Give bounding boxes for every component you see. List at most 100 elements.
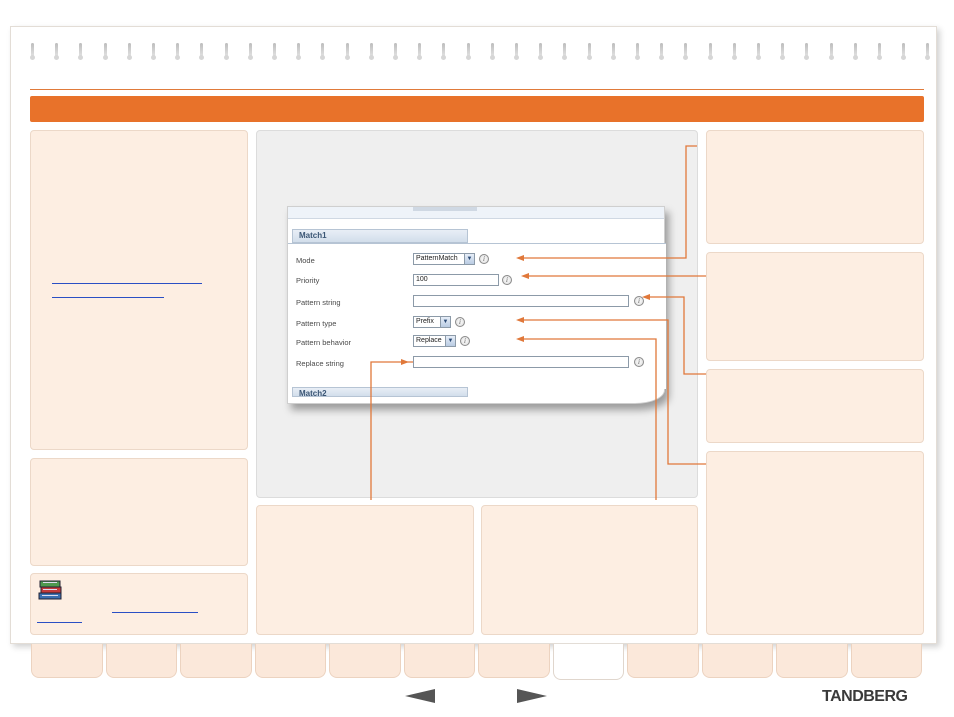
spiral-binding [30,43,931,63]
pattern-behavior-info-icon[interactable]: i [460,336,470,346]
priority-input[interactable]: 100 [413,274,499,286]
next-page-arrow-icon[interactable] [517,689,547,703]
binding-ring [562,43,568,60]
match1-section-header[interactable]: Match1 [292,229,468,243]
chapter-tab[interactable] [254,644,326,678]
configuration-screenshot: Match1 Mode PatternMatch ▼ i Priority 10… [287,206,666,404]
tandberg-logo: TANDBERG [822,688,908,705]
mode-select[interactable]: PatternMatch ▼ [413,253,475,265]
binding-ring [731,43,737,60]
match2-section-header[interactable]: Match2 [292,387,468,397]
doc-link[interactable] [52,280,202,298]
chapter-tab[interactable] [627,644,699,678]
binding-ring [344,43,350,60]
title-bar [30,96,924,122]
replace-string-description-panel [256,505,474,635]
header-rule [30,89,924,90]
binding-ring [780,43,786,60]
binding-ring [707,43,713,60]
pattern-behavior-description-panel [481,505,698,635]
reference-link-line-2[interactable] [37,622,82,623]
pattern-type-dropdown-icon[interactable]: ▼ [440,317,450,327]
pattern-type-value: Prefix [416,318,434,325]
binding-ring [151,43,156,60]
binding-ring [635,43,640,60]
chapter-tab[interactable] [31,644,103,678]
books-icon [38,580,62,600]
binding-ring [320,43,326,60]
chapter-tabs [30,644,924,680]
pattern-string-label: Pattern string [296,298,341,307]
chapter-tab[interactable] [850,644,922,678]
binding-ring [514,43,519,60]
priority-label: Priority [296,276,320,285]
chapter-tab[interactable] [478,644,550,678]
pattern-string-info-icon[interactable]: i [634,296,644,306]
binding-ring [586,43,592,60]
mode-label: Mode [296,256,315,265]
binding-ring [877,43,882,60]
binding-ring [659,43,665,60]
binding-ring [247,43,253,60]
binding-ring [489,43,495,60]
binding-ring [417,43,423,60]
screenshot-top-strip [288,207,664,219]
mode-dropdown-icon[interactable]: ▼ [464,254,474,264]
binding-ring [30,43,35,60]
binding-ring [272,43,277,60]
pattern-type-select[interactable]: Prefix ▼ [413,316,451,328]
pattern-type-description-panel [706,451,924,635]
mode-description-panel [706,130,924,244]
binding-ring [441,43,447,60]
pattern-string-description-panel [706,369,924,443]
pattern-string-input[interactable] [413,295,629,307]
binding-ring [199,43,205,60]
binding-ring [756,43,761,60]
binding-ring [610,43,616,60]
doc-link-line-2[interactable] [52,297,164,298]
pattern-behavior-dropdown-icon[interactable]: ▼ [445,336,455,346]
mode-info-icon[interactable]: i [479,254,489,264]
priority-description-panel [706,252,924,361]
chapter-tab[interactable] [776,644,848,678]
chapter-tab[interactable] [552,644,624,680]
binding-ring [296,43,302,60]
replace-string-label: Replace string [296,359,344,368]
binding-ring [901,43,907,60]
binding-ring [804,43,810,60]
chapter-tab[interactable] [105,644,177,678]
binding-ring [852,43,858,60]
binding-ring [828,43,834,60]
mode-value: PatternMatch [416,255,458,262]
pattern-type-label: Pattern type [296,319,337,328]
replace-string-info-icon[interactable]: i [634,357,644,367]
screenshot-top-tab [413,207,477,211]
binding-ring [102,43,108,60]
binding-ring [683,43,689,60]
binding-ring [175,43,181,60]
binding-ring [925,43,931,60]
left-note-panel [30,458,248,566]
priority-info-icon[interactable]: i [502,275,512,285]
binding-ring [538,43,544,60]
previous-page-arrow-icon[interactable] [405,689,435,703]
chapter-tab[interactable] [403,644,475,678]
pattern-behavior-value: Replace [416,337,442,344]
chapter-tab[interactable] [329,644,401,678]
pattern-behavior-label: Pattern behavior [296,338,352,347]
binding-ring [54,43,60,60]
binding-ring [465,43,471,60]
pattern-behavior-select[interactable]: Replace ▼ [413,335,456,347]
pattern-type-info-icon[interactable]: i [455,317,465,327]
chapter-tab[interactable] [180,644,252,678]
chapter-tab[interactable] [701,644,773,678]
replace-string-input[interactable] [413,356,629,368]
reference-link-line-1[interactable] [112,612,198,613]
doc-link-line-1[interactable] [52,283,202,284]
binding-ring [368,43,374,60]
reference-link[interactable] [37,608,199,624]
binding-ring [393,43,398,60]
binding-ring [223,43,229,60]
binding-ring [126,43,132,60]
binding-ring [78,43,84,60]
